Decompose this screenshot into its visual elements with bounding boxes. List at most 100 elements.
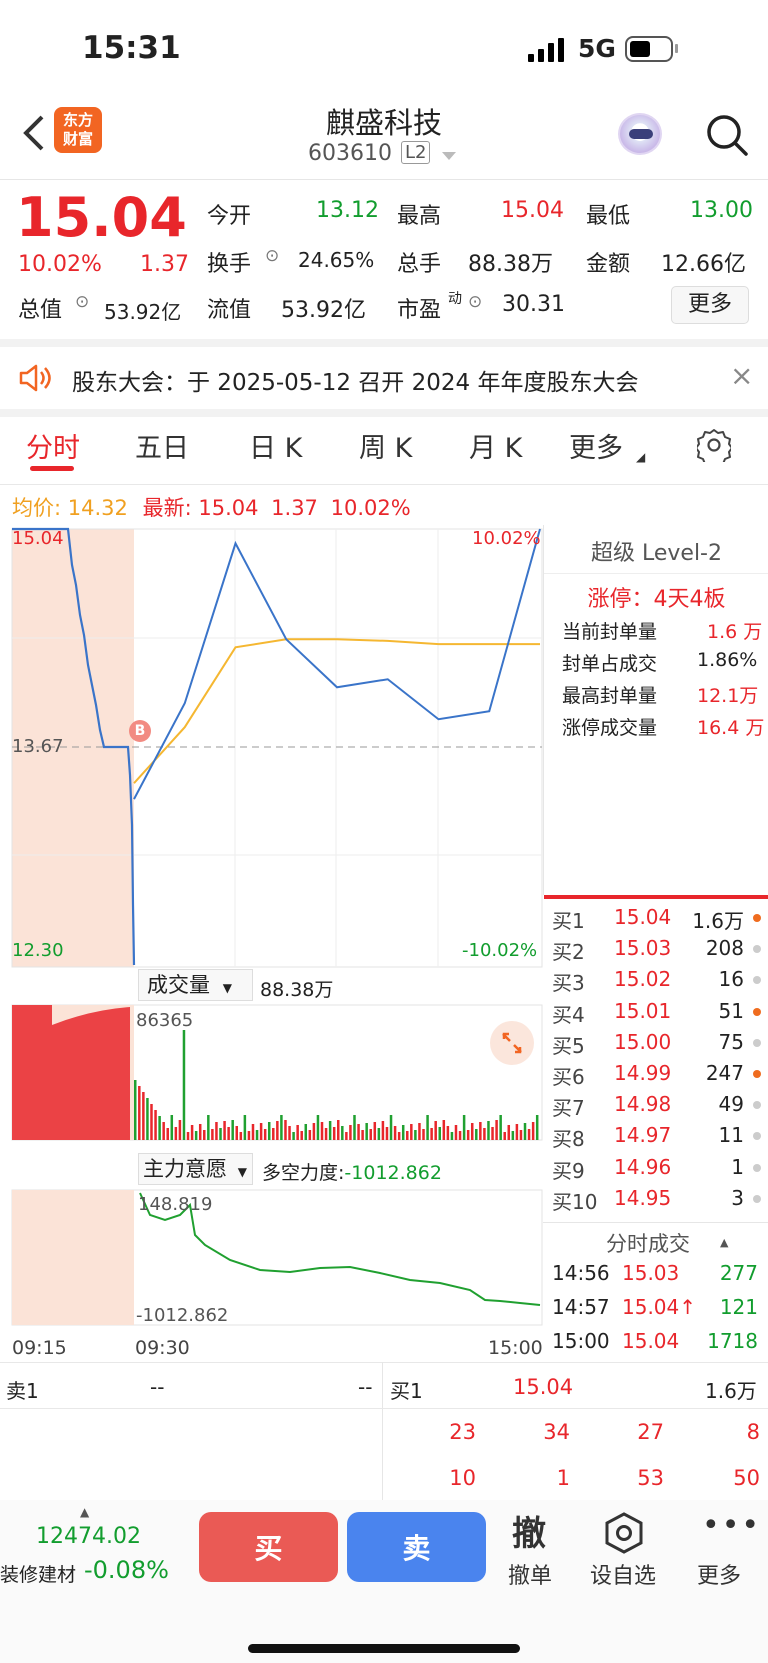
orderbook-row[interactable]: 买4 15.01 51 [544,999,768,1030]
bottom-bar: ▲ 12474.02 装修建材 -0.08% 买 卖 撤 撤单 设自选 ••• … [0,1500,768,1663]
latest-label: 最新: [142,496,192,520]
queue-order: 1 [556,1466,570,1490]
preopen-volume [12,1005,130,1140]
queue-order: 27 [637,1420,664,1444]
tab-day-k[interactable]: 日 K [249,426,302,465]
tick-row: 14:56 15.03 277 [544,1261,768,1292]
tab-more[interactable]: 更多 [569,426,623,465]
speaker-icon [18,363,54,393]
tick-row: 15:00 15.04 1718 [544,1329,768,1360]
bid-price: 15.00 [614,1029,672,1054]
limit-volume-value: 16.4 万 [697,717,765,739]
bid-price: 14.96 [614,1154,672,1179]
volume-bar [479,1122,482,1140]
volume-bar [328,1121,332,1140]
volume-bar [170,1115,174,1140]
chart-info: 均价: 14.32 最新: 15.04 1.37 10.02% [12,492,411,522]
orderbook-row[interactable]: 买3 15.02 16 [544,967,768,998]
volume-bar [194,1131,198,1140]
sector-index-value[interactable]: 12474.02 [36,1524,141,1549]
volume-bar [406,1131,409,1140]
notice-bar[interactable]: 股东大会：于 2025-05-12 召开 2024 年年度股东大会 × [0,347,768,409]
volume-bar [292,1132,295,1140]
volume-bar [142,1092,145,1140]
level2-panel[interactable]: 超级 Level-2 涨停：4天4板 当前封单量 1.6 万 封单占成交 1.8… [543,525,768,899]
tab-underline [30,466,74,471]
change-amount: 1.37 [140,252,189,277]
volume-max: 86365 [136,1010,194,1031]
volume-bar [324,1128,328,1140]
orderbook-row[interactable]: 买6 14.99 247 [544,1061,768,1092]
sector-name[interactable]: 装修建材 [0,1560,76,1587]
more-button[interactable]: 更多 [697,1558,741,1590]
orderbook-row[interactable]: 买9 14.96 1 [544,1155,768,1186]
dropdown-icon[interactable] [442,152,456,160]
buy-button[interactable]: 买 [199,1512,338,1582]
volume-bar [263,1129,267,1140]
tab-intraday[interactable]: 分时 [26,426,80,465]
time-open: 09:30 [135,1337,190,1359]
tick-time: 15:00 [552,1329,610,1353]
orderbook-row[interactable]: 买7 14.98 49 [544,1092,768,1123]
search-icon[interactable] [705,113,749,157]
volume-bar [178,1120,182,1140]
dot-icon [753,1038,761,1047]
orderbook-row[interactable]: 买2 15.03 208 [544,936,768,967]
volume-bar [154,1110,157,1140]
cancel-order-button[interactable]: 撤单 [508,1558,552,1590]
volume-indicator-select[interactable]: 成交量 ▼ [138,969,253,1001]
volume-total: 88.38万 [260,979,334,1001]
volume-bar [272,1128,275,1140]
orderbook-row[interactable]: 买1 15.04 1.6万 [544,905,768,936]
info-icon[interactable]: ⊙ [468,292,482,312]
info-icon[interactable]: ⊙ [75,292,89,312]
pct-low-label: -10.02% [462,940,538,961]
float-value: 53.92亿 [281,298,366,323]
volume-bar [426,1115,429,1140]
add-watchlist-button[interactable]: 设自选 [590,1558,656,1590]
ticks-title[interactable]: 分时成交 [606,1228,690,1258]
pct-top-label: 10.02% [472,528,541,549]
network-label: 5G [578,34,616,63]
volume-bar [267,1122,271,1140]
volume-bar [239,1132,243,1140]
force-indicator-select[interactable]: 主力意愿 ▼ [138,1153,253,1185]
orderbook-row[interactable]: 买5 15.00 75 [544,1030,768,1061]
dot-icon [753,1163,761,1172]
dot-icon [753,1194,761,1203]
tab-5day[interactable]: 五日 [135,426,189,465]
sell-button[interactable]: 卖 [347,1512,486,1582]
orderbook-row[interactable]: 买10 14.95 3 [544,1186,768,1217]
volume-bar [174,1127,178,1140]
bid-level-label: 买10 [552,1189,598,1214]
dot-icon [753,914,761,922]
dot-icon [753,976,761,985]
volume-bar [276,1121,279,1140]
latest-value: 15.04 [198,496,259,520]
volume-bar [531,1122,535,1140]
chevron-down-icon: ▼ [237,1165,247,1179]
volume-bar [503,1132,506,1140]
queue-order: 8 [746,1420,760,1444]
bid-price: 14.99 [614,1061,672,1085]
expand-icon[interactable] [490,1021,534,1065]
volume-bar [401,1125,405,1140]
buy-marker[interactable]: B [129,720,151,742]
open-value: 13.12 [316,198,379,223]
bid-volume: 49 [718,1092,744,1117]
tab-month-k[interactable]: 月 K [469,426,522,465]
gear-icon[interactable] [695,428,733,467]
level-badge[interactable]: L2 [401,141,431,164]
close-icon[interactable]: × [730,359,753,392]
price-low-label: 12.30 [12,940,64,961]
more-button[interactable]: 更多 [671,286,749,324]
robot-avatar-icon[interactable] [618,113,662,155]
info-icon[interactable]: ⊙ [265,246,279,266]
tab-week-k[interactable]: 周 K [359,426,412,465]
pe-sup: 动 [448,291,462,307]
orderbook-row[interactable]: 买8 14.97 11 [544,1123,768,1154]
dot-icon [753,945,761,954]
bid-volume: 208 [705,936,744,961]
low-label: 最低 [586,204,631,229]
volume-bar [466,1130,470,1140]
